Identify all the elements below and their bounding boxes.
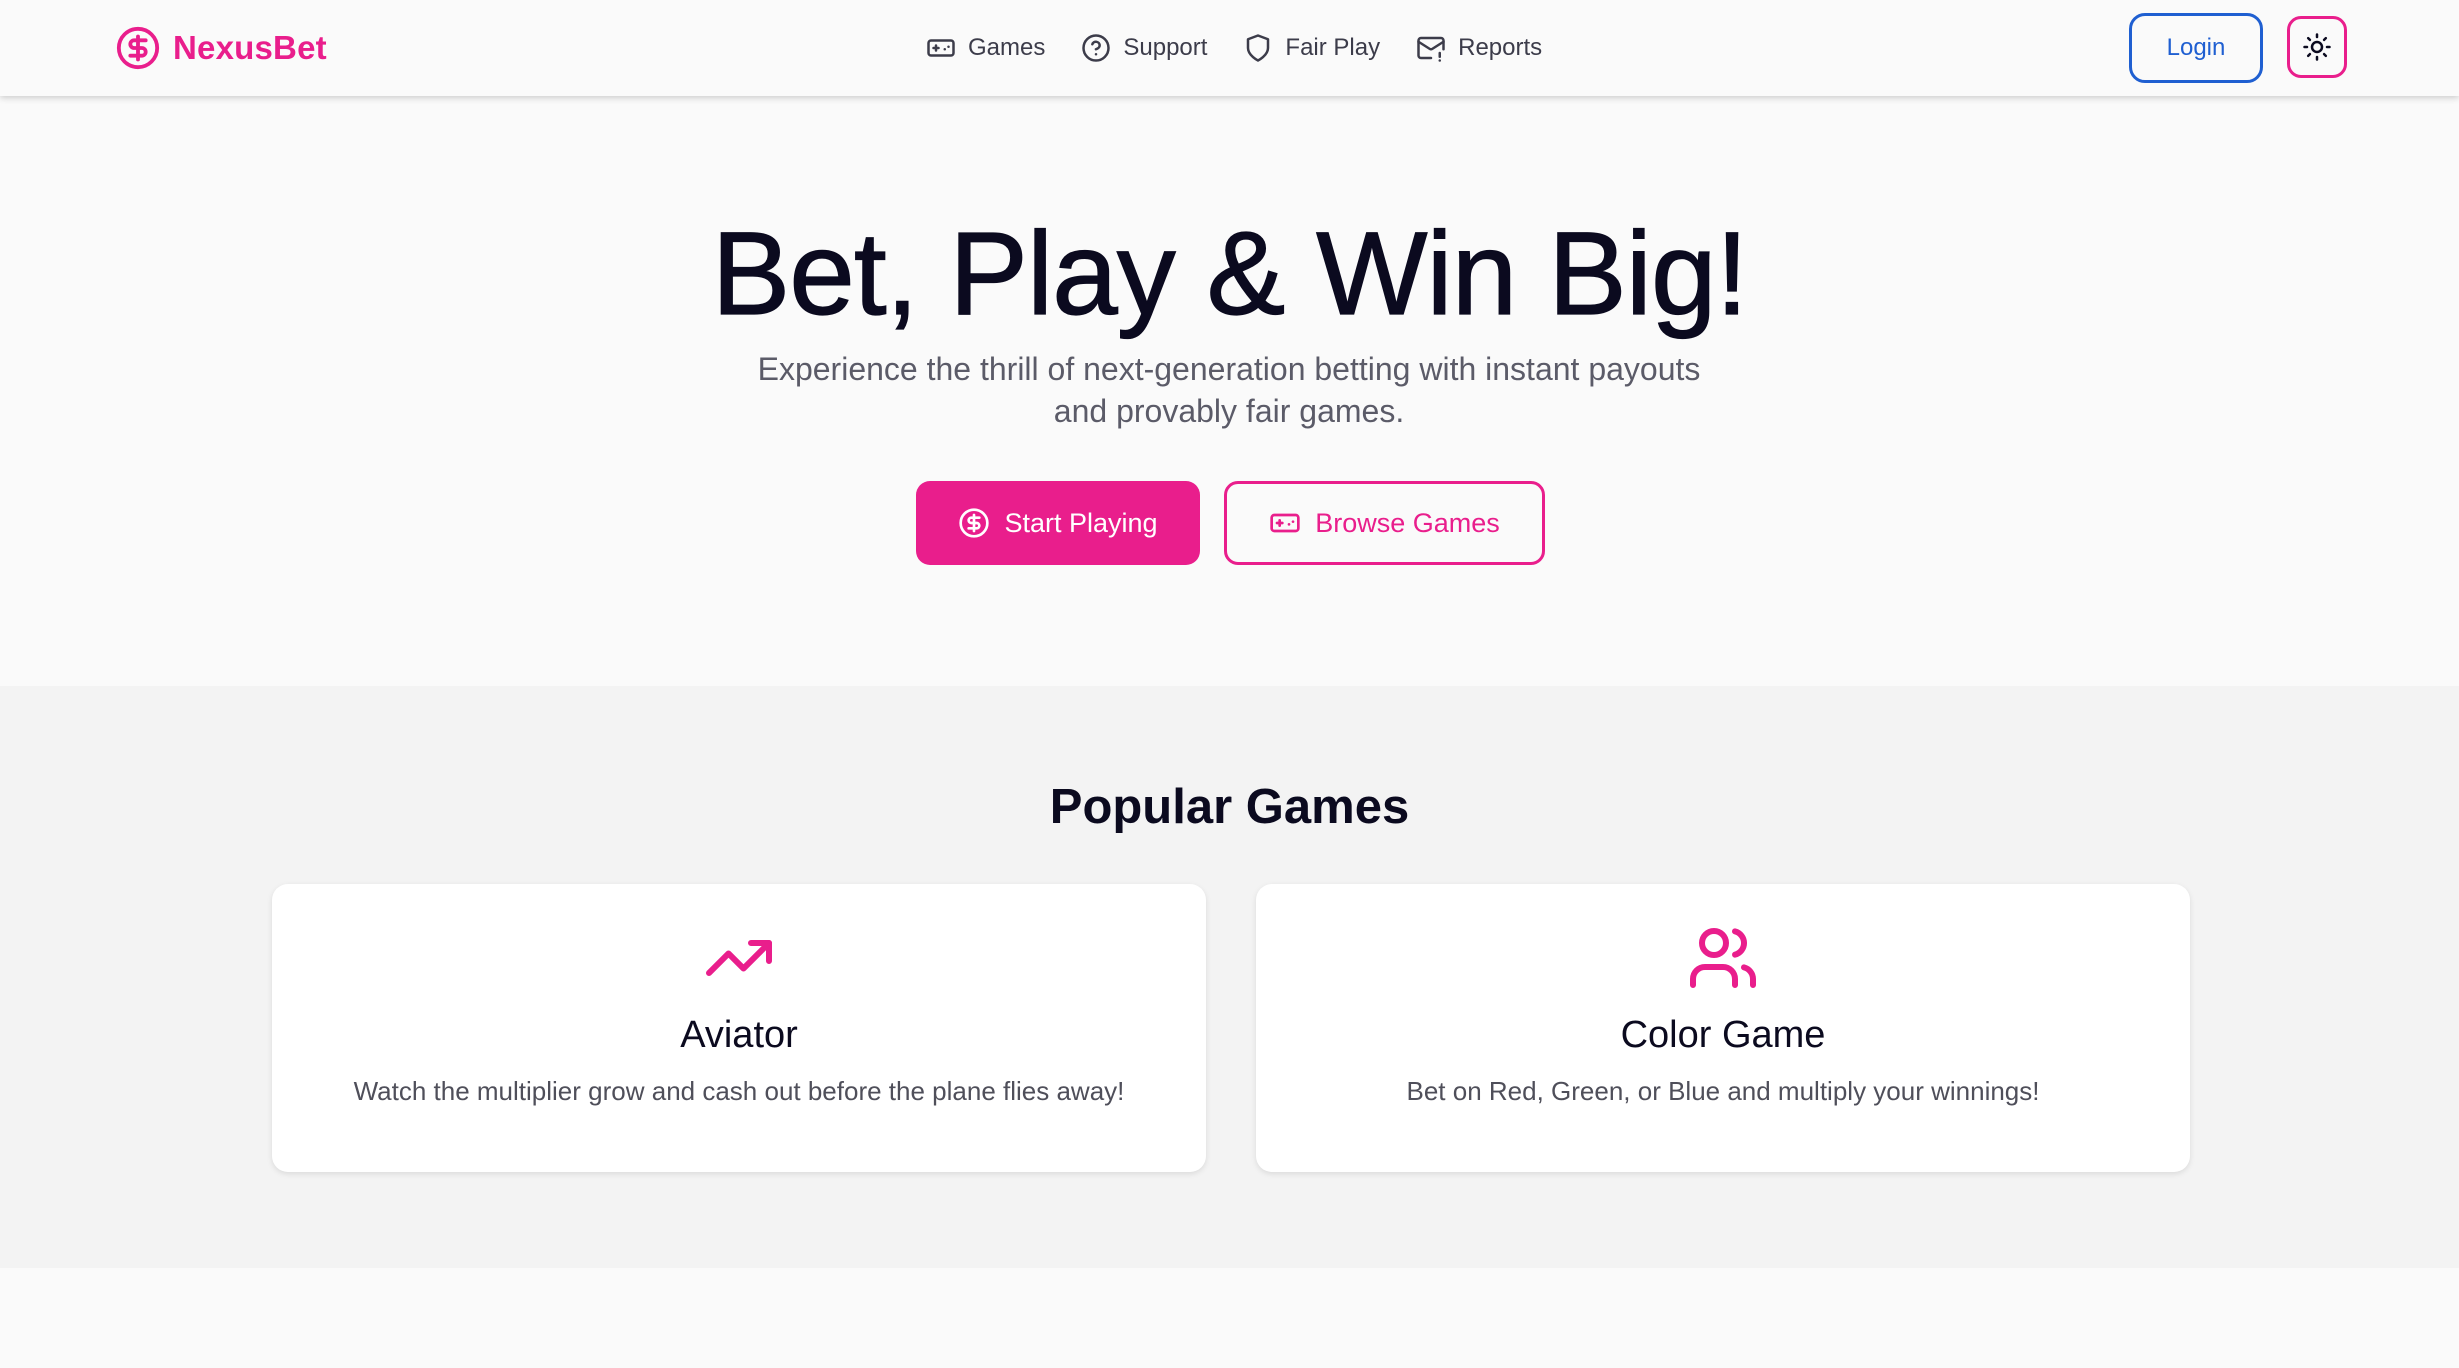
shield-icon	[1247, 34, 1270, 62]
section-title: Popular Games	[1049, 780, 1410, 834]
dollar-circle-icon	[116, 26, 160, 70]
brand-name: NexusBet	[173, 29, 327, 66]
nav-item-label: Support	[1123, 34, 1208, 61]
game-card-title: Color Game	[1620, 1014, 1826, 1056]
login-button[interactable]: Login	[2129, 13, 2263, 83]
game-card-color-game[interactable]: Color Game Bet on Red, Green, or Blue an…	[1256, 884, 2190, 1172]
popular-games-section: Popular Games Aviator Watch the multipli…	[0, 686, 2459, 1268]
sun-icon	[2303, 33, 2331, 61]
nav-item-fair-play[interactable]: Fair Play	[1243, 33, 1380, 63]
dollar-circle-icon	[959, 508, 990, 538]
page-footer-area	[0, 1268, 2459, 1368]
gamepad-icon	[927, 39, 955, 57]
start-playing-label: Start Playing	[1004, 507, 1158, 538]
hero-subtitle: Experience the thrill of next-generation…	[757, 351, 1701, 429]
start-playing-button[interactable]: Start Playing	[916, 481, 1200, 565]
game-card-title: Aviator	[680, 1014, 798, 1056]
nav-item-label: Games	[968, 34, 1046, 61]
mail-icon	[1417, 36, 1445, 62]
game-card-description: Bet on Red, Green, or Blue and multiply …	[1406, 1076, 2040, 1106]
nav-item-label: Fair Play	[1285, 34, 1381, 61]
trending-up-icon	[706, 940, 772, 976]
brand-logo-link[interactable]: NexusBet	[115, 25, 327, 71]
browse-games-button[interactable]: Browse Games	[1224, 481, 1545, 565]
top-navbar: NexusBet Games Support Fair Play Reports…	[0, 0, 2459, 96]
nav-item-reports[interactable]: Reports	[1416, 33, 1542, 63]
game-card-description: Watch the multiplier grow and cash out b…	[353, 1076, 1125, 1106]
users-icon	[1690, 928, 1756, 988]
browse-games-label: Browse Games	[1315, 507, 1500, 538]
help-circle-icon	[1082, 34, 1111, 62]
hero-title: Bet, Play & Win Big!	[711, 207, 1749, 340]
nav-item-games[interactable]: Games	[926, 33, 1045, 63]
main-nav: Games Support Fair Play Reports	[926, 28, 1578, 68]
gamepad-icon	[1270, 513, 1300, 533]
nav-item-support[interactable]: Support	[1081, 33, 1207, 63]
game-card-aviator[interactable]: Aviator Watch the multiplier grow and ca…	[272, 884, 1206, 1172]
theme-toggle-button[interactable]	[2287, 16, 2347, 78]
nav-item-label: Reports	[1458, 34, 1543, 61]
hero-section: Bet, Play & Win Big! Experience the thri…	[0, 96, 2459, 686]
